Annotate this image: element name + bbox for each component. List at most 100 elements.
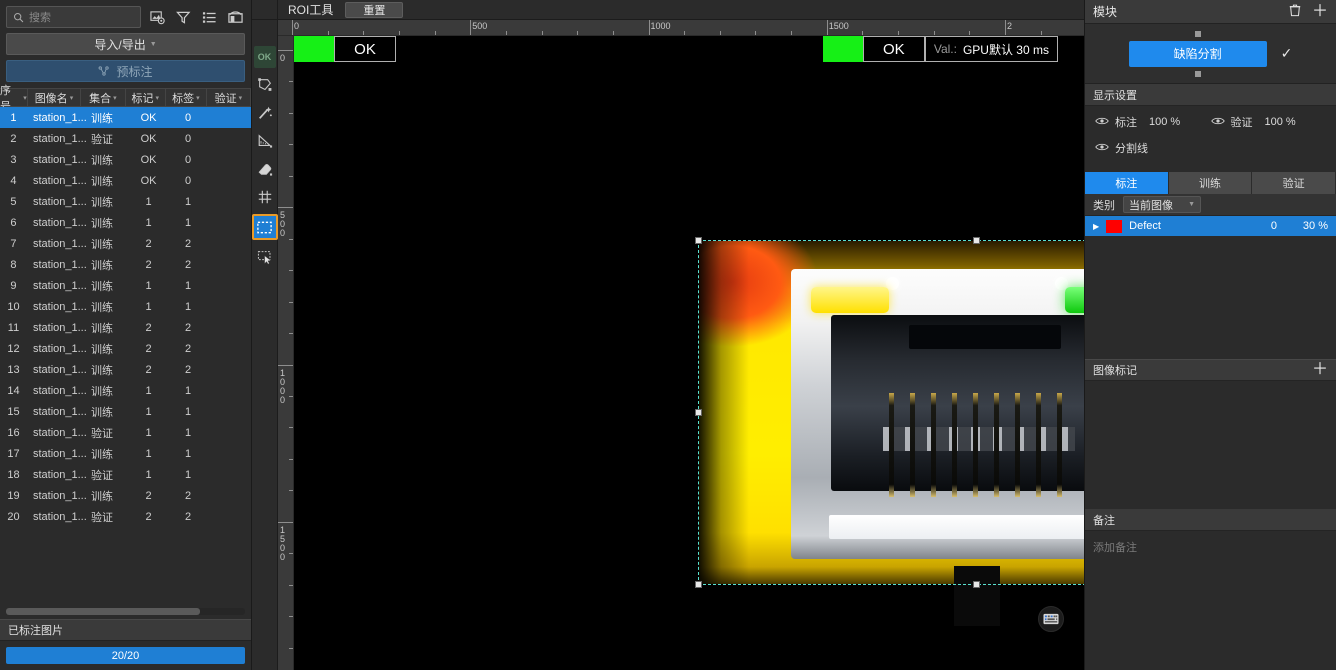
expand-triangle-icon[interactable]: ▶: [1093, 222, 1099, 231]
cell-no: 3: [10, 153, 17, 166]
filter-icon[interactable]: [173, 7, 193, 27]
col-header-verify[interactable]: 验证 ▾: [207, 89, 252, 106]
list-view-icon[interactable]: [199, 7, 219, 27]
table-row[interactable]: 8 station_1... 训练 2 2: [0, 254, 251, 275]
table-row[interactable]: 9 station_1... 训练 1 1: [0, 275, 251, 296]
cell-label: 2: [185, 237, 192, 250]
note-placeholder-text: 添加备注: [1093, 542, 1137, 554]
status-badge-left: OK: [294, 36, 396, 62]
col-header-set[interactable]: 集合 ▾: [81, 89, 126, 106]
defect-class-row[interactable]: ▶ Defect 0 30 %: [1085, 216, 1336, 236]
ruler-tick: [278, 207, 293, 209]
cell-no: 15: [7, 405, 20, 418]
add-image-mark-icon[interactable]: ＋: [1312, 362, 1328, 378]
cell-no: 8: [10, 258, 17, 271]
tab-training[interactable]: 训练: [1168, 172, 1253, 194]
search-input[interactable]: 搜索: [6, 6, 141, 28]
table-row[interactable]: 1 station_1... 训练 OK 0: [0, 107, 251, 128]
table-row[interactable]: 19 station_1... 训练 2 2: [0, 485, 251, 506]
table-row[interactable]: 20 station_1... 验证 2 2: [0, 506, 251, 527]
chevron-down-icon: ▼: [149, 40, 157, 48]
image-settings-icon[interactable]: [147, 7, 167, 27]
import-export-label: 导入/导出: [94, 37, 146, 52]
table-row[interactable]: 16 station_1... 验证 1 1: [0, 422, 251, 443]
table-row[interactable]: 11 station_1... 训练 2 2: [0, 317, 251, 338]
module-node-defect-segmentation[interactable]: 缺陷分割: [1128, 30, 1267, 77]
cell-set: 训练: [90, 217, 113, 230]
note-input[interactable]: 添加备注: [1085, 531, 1336, 670]
pre-annotate-button[interactable]: 预标注: [6, 60, 245, 82]
table-row[interactable]: 17 station_1... 训练 1 1: [0, 443, 251, 464]
ruler-tick: [289, 270, 293, 272]
display-settings-body: 标注 100 % 验证 100 % 分割线: [1085, 106, 1336, 172]
magic-wand-tool-icon[interactable]: [254, 102, 276, 124]
cell-label: 0: [185, 153, 192, 166]
ok-status-icon: OK: [253, 46, 276, 68]
table-row[interactable]: 6 station_1... 训练 1 1: [0, 212, 251, 233]
ruler-tick: [719, 31, 721, 35]
table-row[interactable]: 14 station_1... 训练 1 1: [0, 380, 251, 401]
ruler-tick: [289, 238, 293, 240]
import-export-button[interactable]: 导入/导出 ▼: [6, 33, 245, 55]
col-header-label[interactable]: 标签 ▾: [166, 89, 207, 106]
table-row[interactable]: 2 station_1... 验证 OK 0: [0, 128, 251, 149]
keyboard-icon[interactable]: [1038, 606, 1064, 632]
table-row[interactable]: 3 station_1... 训练 OK 0: [0, 149, 251, 170]
col-header-image-name[interactable]: 图像名 ▾: [28, 89, 82, 106]
tab-annotation[interactable]: 标注: [1085, 172, 1169, 194]
cell-name: station_1...: [32, 342, 87, 355]
cell-mark: 2: [145, 258, 152, 271]
value-label: Val.:: [933, 42, 957, 56]
ruler-tool-icon[interactable]: [254, 130, 276, 152]
display-toggle-split-line[interactable]: 分割线: [1095, 140, 1211, 156]
cell-set: 训练: [90, 301, 113, 314]
add-module-icon[interactable]: ＋: [1312, 3, 1328, 20]
category-select[interactable]: 当前图像 ▼: [1123, 196, 1201, 213]
cell-set: 验证: [90, 511, 113, 524]
cell-label: 1: [185, 447, 192, 460]
ruler-label: 1500: [280, 524, 286, 562]
cell-name: station_1...: [32, 510, 87, 523]
eraser-tool-icon[interactable]: [254, 158, 276, 180]
table-row[interactable]: 7 station_1... 训练 2 2: [0, 233, 251, 254]
display-toggle-annotation[interactable]: 标注 100 %: [1095, 114, 1211, 130]
ruler-tick: [289, 175, 293, 177]
ruler-tick: [289, 616, 293, 618]
image-canvas[interactable]: OK OK Val.: GPU默认 30 ms ✕: [294, 36, 1084, 670]
category-label: 类别: [1093, 199, 1115, 212]
display-toggle-verify[interactable]: 验证 100 %: [1210, 114, 1327, 130]
cell-mark: 2: [145, 489, 152, 502]
col-header-index[interactable]: 序号▾: [0, 85, 28, 113]
image-marks-title: 图像标记: [1093, 365, 1137, 377]
left-panel: 搜索 导入/导出 ▼ 预标注 序 ▾ 图像名 ▾ 集合 ▾ 标记 ▾ 标签 ▾ …: [0, 0, 252, 670]
table-row[interactable]: 10 station_1... 训练 1 1: [0, 296, 251, 317]
col-header-mark[interactable]: 标记 ▾: [126, 89, 167, 106]
grid-tool-icon[interactable]: [254, 186, 276, 208]
ruler-tick: [684, 31, 686, 35]
pre-annotate-label: 预标注: [116, 64, 153, 79]
table-row[interactable]: 4 station_1... 训练 OK 0: [0, 170, 251, 191]
cell-mark: 1: [145, 426, 152, 439]
table-row[interactable]: 18 station_1... 验证 1 1: [0, 464, 251, 485]
tab-verification[interactable]: 验证: [1252, 172, 1336, 194]
polygon-tool-icon[interactable]: [254, 74, 276, 96]
table-row[interactable]: 5 station_1... 训练 1 1: [0, 191, 251, 212]
vertical-tool-palette: OK: [251, 20, 278, 670]
ruler-tick: [289, 427, 293, 429]
eye-icon[interactable]: [1095, 116, 1109, 129]
horizontal-scrollbar[interactable]: [0, 604, 251, 619]
move-select-tool-icon[interactable]: [254, 246, 276, 268]
delete-icon[interactable]: [1288, 3, 1302, 20]
table-row[interactable]: 13 station_1... 训练 2 2: [0, 359, 251, 380]
eye-icon[interactable]: [1210, 116, 1225, 129]
rect-select-tool-icon[interactable]: [251, 214, 278, 240]
gallery-view-icon[interactable]: [225, 7, 245, 27]
module-check-icon[interactable]: ✓: [1281, 45, 1293, 62]
ruler-tick: [289, 112, 293, 114]
reset-button[interactable]: 重置: [345, 1, 404, 18]
table-row[interactable]: 12 station_1... 训练 2 2: [0, 338, 251, 359]
table-row[interactable]: 15 station_1... 训练 1 1: [0, 401, 251, 422]
defect-color-swatch[interactable]: [1106, 219, 1123, 233]
cell-no: 19: [7, 489, 20, 502]
eye-icon[interactable]: [1095, 142, 1109, 155]
